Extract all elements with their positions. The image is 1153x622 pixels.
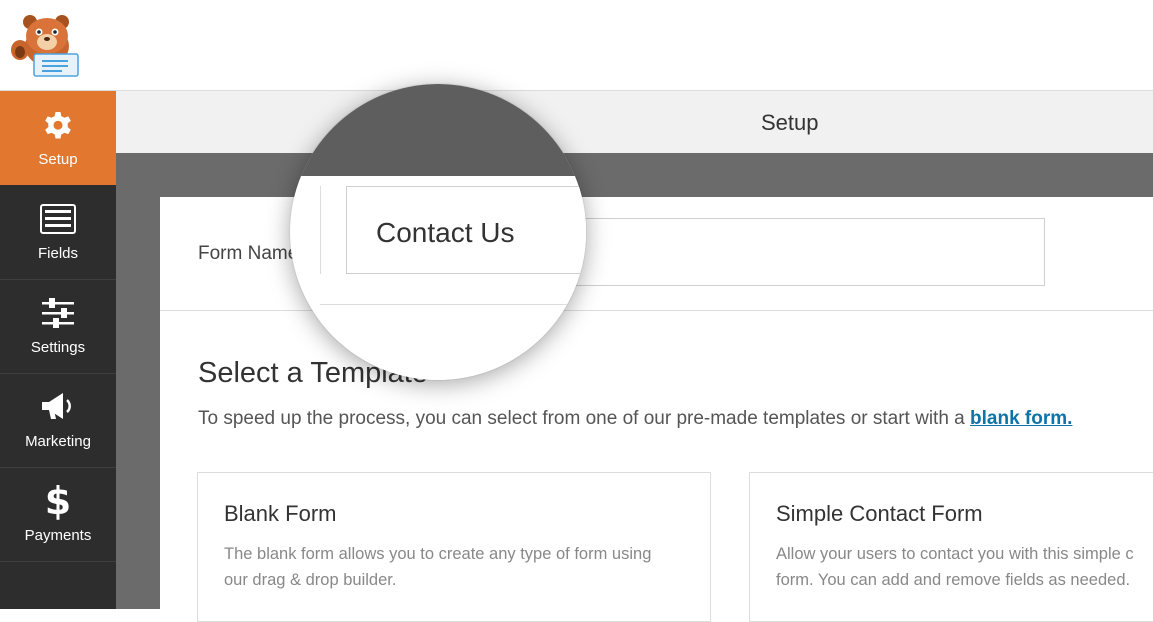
- template-description-text: To speed up the process, you can select …: [198, 408, 971, 429]
- list-icon: [38, 201, 78, 237]
- magnifier-divider: [320, 304, 586, 305]
- sidebar-item-label: Marketing: [25, 433, 91, 450]
- magnifier-content: Contact Us: [290, 84, 586, 380]
- template-description: To speed up the process, you can select …: [198, 408, 1072, 430]
- sidebar-item-setup[interactable]: Setup: [0, 91, 116, 185]
- top-bar: [0, 0, 1153, 91]
- sidebar: Setup Fields Settings Marketing $ Paymen…: [0, 91, 116, 609]
- dollar-icon: $: [44, 479, 72, 523]
- magnifier-divider: [320, 186, 321, 274]
- form-name-label: Form Name: [198, 243, 299, 264]
- sidebar-item-settings[interactable]: Settings: [0, 279, 116, 374]
- sidebar-item-label: Settings: [30, 339, 86, 356]
- megaphone-icon: [38, 389, 78, 425]
- magnifier-gray-area: [290, 84, 586, 176]
- bear-logo-icon: [11, 15, 79, 77]
- blank-form-link[interactable]: blank form.: [970, 408, 1072, 429]
- template-card-simple-contact-form[interactable]: Simple Contact Form Allow your users to …: [749, 472, 1153, 622]
- sidebar-item-label: Fields: [37, 245, 78, 262]
- sidebar-item-marketing[interactable]: Marketing: [0, 373, 116, 468]
- template-description-text: Allow your users to contact you with thi…: [776, 545, 1134, 589]
- panel-header: Setup: [116, 91, 1153, 154]
- form-name-value: Contact Us: [376, 217, 515, 248]
- page-title: Setup: [761, 110, 819, 135]
- gear-icon: [38, 107, 78, 143]
- template-name: Simple Contact Form: [776, 501, 983, 526]
- sidebar-item-fields[interactable]: Fields: [0, 185, 116, 280]
- sidebar-item-payments[interactable]: $ Payments: [0, 467, 116, 562]
- sidebar-item-label: Setup: [38, 151, 78, 168]
- sidebar-item-label: Payments: [24, 527, 92, 544]
- template-description-text: The blank form allows you to create any …: [224, 545, 652, 589]
- template-card-blank-form[interactable]: Blank Form The blank form allows you to …: [197, 472, 711, 622]
- sliders-icon: [38, 295, 78, 331]
- template-name: Blank Form: [224, 501, 337, 526]
- magnifier-overlay: Contact Us: [290, 84, 586, 380]
